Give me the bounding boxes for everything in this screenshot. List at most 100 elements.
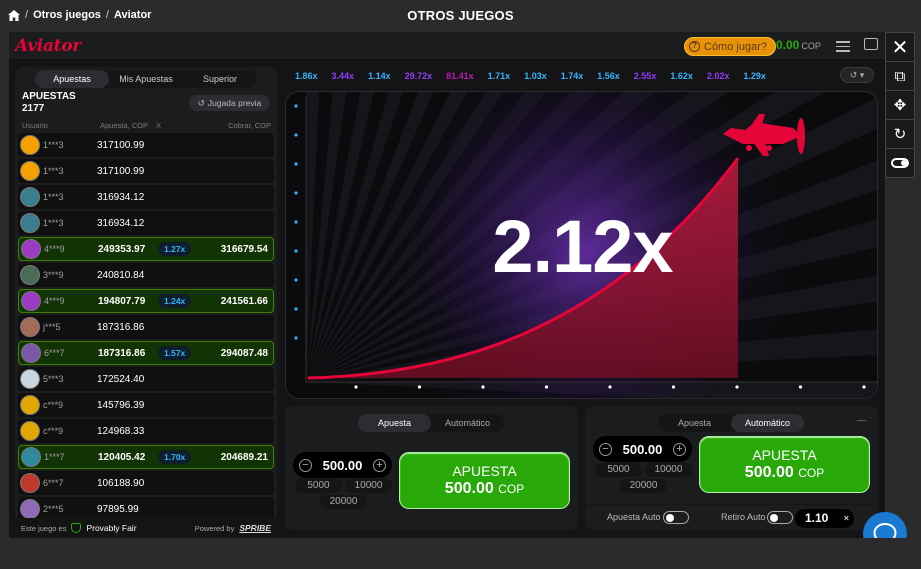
bet-amount[interactable]: 500.00 bbox=[323, 458, 363, 473]
tab-top[interactable]: Superior bbox=[183, 70, 257, 88]
bet-amount: 97895.99 bbox=[97, 503, 139, 515]
menu-icon[interactable] bbox=[836, 41, 850, 55]
col-cash: Cobrar, COP bbox=[228, 121, 271, 130]
quick-bet-5000[interactable]: 5000 bbox=[595, 463, 642, 477]
quick-bet-20000[interactable]: 20000 bbox=[620, 479, 667, 493]
bet-amount-stepper[interactable]: − 500.00 + bbox=[593, 436, 692, 462]
minus-icon[interactable]: − bbox=[599, 442, 612, 456]
avatar bbox=[20, 317, 40, 337]
plus-icon[interactable]: + bbox=[672, 442, 686, 456]
cashout-multiplier-badge: 1.27x bbox=[158, 242, 192, 256]
avatar bbox=[20, 187, 40, 207]
quick-bet-20000[interactable]: 20000 bbox=[320, 495, 367, 509]
clear-icon[interactable]: × bbox=[844, 509, 849, 528]
auto-bet-toggle[interactable] bbox=[663, 511, 689, 524]
how-to-play-button[interactable]: ? Cómo jugar? bbox=[684, 37, 776, 56]
bet-user: 1***7 bbox=[44, 452, 65, 462]
place-bet-button[interactable]: APUESTA 500.00 COP bbox=[399, 452, 570, 509]
bets-title: APUESTAS 2177 bbox=[22, 91, 76, 115]
cashout-amount: 294087.48 bbox=[220, 348, 268, 359]
y-axis-dot bbox=[294, 162, 298, 166]
history-multiplier: 1.86x bbox=[295, 71, 318, 81]
tab-bet[interactable]: Apuesta bbox=[658, 414, 731, 432]
y-axis-dot bbox=[294, 307, 298, 311]
bet-amount: 187316.86 bbox=[98, 347, 146, 359]
tab-bet[interactable]: Apuesta bbox=[358, 414, 431, 432]
provably-fair-link[interactable]: Provably Fair bbox=[86, 523, 136, 533]
avatar bbox=[20, 421, 40, 441]
bet-button-amount: 500.00 COP bbox=[744, 464, 825, 481]
col-user: Usuario bbox=[22, 121, 48, 130]
x-axis-dot bbox=[671, 385, 676, 389]
bet-amount: 249353.97 bbox=[98, 243, 146, 255]
cashout-amount: 241561.66 bbox=[220, 296, 268, 307]
tab-auto[interactable]: Automático bbox=[431, 414, 504, 432]
plus-icon[interactable]: + bbox=[372, 458, 386, 472]
bet-amount: 187316.86 bbox=[97, 321, 145, 333]
tab-my-bets[interactable]: Mis Apuestas bbox=[109, 70, 183, 88]
move-icon[interactable]: ✥ bbox=[886, 91, 914, 120]
previous-round-button[interactable]: ↺ Jugada previa bbox=[189, 95, 270, 111]
table-row: 1***3 316934.12 bbox=[18, 211, 274, 235]
bet-user: 1***3 bbox=[43, 140, 64, 150]
x-axis-dot bbox=[608, 385, 612, 389]
table-row: 1***3 317100.99 bbox=[18, 159, 274, 183]
quick-bet-10000[interactable]: 10000 bbox=[645, 463, 692, 477]
close-icon[interactable]: ✕ bbox=[886, 33, 914, 62]
history-multiplier: 81.41x bbox=[446, 71, 474, 81]
quick-bet-5000[interactable]: 5000 bbox=[295, 479, 342, 493]
place-bet-button[interactable]: APUESTA 500.00 COP bbox=[699, 436, 870, 493]
refresh-icon[interactable]: ↻ bbox=[886, 120, 914, 149]
minus-icon[interactable]: − bbox=[299, 458, 312, 472]
tab-all-bets[interactable]: Apuestas bbox=[35, 70, 109, 88]
quick-bet-10000[interactable]: 10000 bbox=[345, 479, 392, 493]
bet-panel-2: Apuesta Automático — − 500.00 + 5000 100… bbox=[585, 406, 878, 530]
history-multiplier: 2.02x bbox=[706, 71, 730, 81]
x-axis-dot bbox=[481, 385, 485, 389]
bet-panel-1-tabs: Apuesta Automático bbox=[358, 414, 504, 432]
table-row: 1***3 316934.12 bbox=[18, 185, 274, 209]
y-axis-dot bbox=[294, 336, 298, 340]
x-axis-dot bbox=[862, 385, 866, 389]
auto-cashout-toggle[interactable] bbox=[767, 511, 793, 524]
table-row: 5***3 172524.40 bbox=[18, 367, 274, 391]
bet-amount-stepper[interactable]: − 500.00 + bbox=[293, 452, 392, 478]
x-axis-dot bbox=[735, 385, 739, 389]
bet-amount: 124968.33 bbox=[97, 425, 145, 437]
cashout-amount: 316679.54 bbox=[220, 244, 268, 255]
bet-user: j***5 bbox=[43, 322, 61, 332]
multiplier-history: 1.86x 3.44x 1.14x 29.72x 81.41x 1.71x 1.03x 1.7… bbox=[288, 67, 848, 85]
y-axis-dot bbox=[294, 191, 298, 195]
bets-count: 2177 bbox=[22, 103, 45, 114]
bottom-bar bbox=[0, 538, 921, 569]
aviator-logo: Aviator bbox=[15, 36, 81, 56]
bet-button-label: APUESTA bbox=[752, 447, 817, 463]
remove-panel-icon[interactable]: — bbox=[857, 415, 866, 425]
history-multiplier: 1.14x bbox=[368, 71, 391, 81]
bet-amount[interactable]: 500.00 bbox=[623, 442, 663, 457]
history-multiplier: 1.03x bbox=[524, 71, 547, 81]
bet-user: c***9 bbox=[43, 400, 64, 410]
table-row: j***5 187316.86 bbox=[18, 315, 274, 339]
bet-user: 4***9 bbox=[44, 244, 65, 254]
history-multiplier: 29.72x bbox=[404, 71, 433, 81]
bet-user: 2***5 bbox=[43, 504, 64, 514]
table-row: 3***9 240810.84 bbox=[18, 263, 274, 287]
auto-settings-row: Apuesta Auto Retiro Auto 1.10 × bbox=[585, 504, 878, 530]
bet-amount: 120405.42 bbox=[98, 451, 146, 463]
avatar bbox=[20, 213, 40, 233]
history-multiplier: 3.44x bbox=[331, 71, 355, 81]
bet-panel-1: Apuesta Automático − 500.00 + 5000 10000… bbox=[285, 406, 578, 530]
avatar bbox=[21, 343, 41, 363]
bet-user: 1***3 bbox=[43, 166, 64, 176]
chat-toggle-icon[interactable] bbox=[864, 38, 878, 50]
popout-icon[interactable]: ⧉ bbox=[886, 62, 914, 91]
history-toggle-button[interactable]: ↺ ▾ bbox=[840, 67, 874, 83]
bets-list: 1***3 317100.99 1***3 317100.99 1***3 316934.… bbox=[18, 133, 274, 523]
history-multiplier: 1.56x bbox=[597, 71, 620, 81]
toggle-icon[interactable] bbox=[886, 149, 914, 178]
cashout-multiplier-badge: 1.57x bbox=[158, 346, 192, 360]
side-toolbar: ✕ ⧉ ✥ ↻ bbox=[885, 32, 915, 178]
tab-auto[interactable]: Automático bbox=[731, 414, 804, 432]
auto-cashout-input[interactable]: 1.10 × bbox=[795, 509, 854, 528]
